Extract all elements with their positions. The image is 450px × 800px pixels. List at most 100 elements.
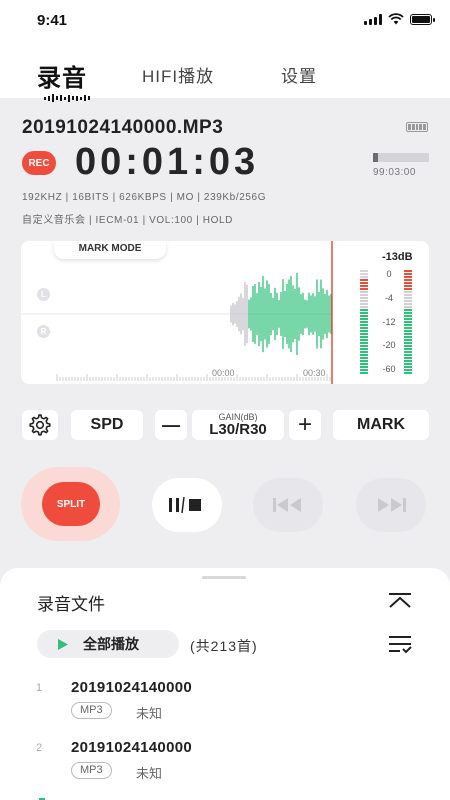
meter-scale-1: -4 — [384, 293, 393, 303]
waveform-display — [21, 241, 412, 384]
meter-scale-4: -60 — [382, 364, 396, 374]
sheet-drag-handle[interactable] — [202, 576, 246, 579]
right-level-meter-segment — [404, 300, 412, 302]
recording-files-sheet: 录音文件 全部播放 (共213首) 1 20191024140000 MP3 未… — [0, 568, 450, 800]
timeline-tick-0: 00:00 — [212, 368, 235, 378]
device-battery-icon — [406, 122, 428, 132]
right-level-meter-segment — [404, 312, 412, 314]
meter-scale-2: -12 — [382, 317, 396, 327]
left-level-meter-segment — [360, 351, 368, 353]
mark-mode-tab[interactable]: MARK MODE — [54, 241, 166, 259]
gain-increase-button[interactable]: + — [289, 410, 321, 440]
gain-display: GAIN(dB) L30/R30 — [192, 410, 284, 440]
right-level-meter-segment — [404, 303, 412, 305]
right-level-meter-segment — [404, 330, 412, 332]
right-level-meter-segment — [404, 297, 412, 299]
remaining-time: 99:03:00 — [373, 167, 416, 178]
tab-record[interactable]: 录音 — [37, 58, 87, 93]
left-level-meter-segment — [360, 327, 368, 329]
right-level-meter-segment — [404, 294, 412, 296]
left-level-meter-segment — [360, 372, 368, 374]
file-list-item[interactable]: 2 20191024140000 MP3 未知 — [0, 739, 450, 796]
right-level-meter-segment — [404, 321, 412, 323]
left-level-meter-segment — [360, 345, 368, 347]
file-list-item[interactable]: 1 20191024140000 MP3 未知 — [0, 679, 450, 736]
left-level-meter-segment — [360, 300, 368, 302]
right-level-meter-segment — [404, 282, 412, 284]
play-all-button[interactable]: 全部播放 — [37, 630, 179, 658]
left-level-meter-segment — [360, 273, 368, 275]
left-level-meter-segment — [360, 342, 368, 344]
play-pause-stop-button[interactable] — [152, 478, 222, 532]
right-level-meter-segment — [404, 348, 412, 350]
skip-previous-icon — [273, 498, 301, 512]
recording-profile: 自定义音乐会 | IECM-01 | VOL:100 | HOLD — [22, 215, 233, 226]
left-level-meter-segment — [360, 360, 368, 362]
skip-next-icon — [378, 498, 406, 512]
left-level-meter-segment — [360, 333, 368, 335]
left-level-meter-segment — [360, 285, 368, 287]
level-readout: -13dB — [382, 251, 413, 263]
left-level-meter-segment — [360, 369, 368, 371]
right-level-meter-segment — [404, 279, 412, 281]
right-level-meter-segment — [404, 276, 412, 278]
gain-value: L30/R30 — [209, 421, 267, 438]
status-icons — [364, 13, 435, 25]
right-level-meter-segment — [404, 360, 412, 362]
left-level-meter-segment — [360, 336, 368, 338]
cellular-signal-icon — [364, 13, 382, 25]
recording-filename: 20191024140000.MP3 — [22, 117, 224, 138]
right-level-meter-segment — [404, 306, 412, 308]
left-level-meter-segment — [360, 348, 368, 350]
left-level-meter-segment — [360, 288, 368, 290]
right-level-meter-segment — [404, 333, 412, 335]
item-meta: 未知 — [136, 706, 163, 721]
files-title: 录音文件 — [37, 595, 105, 614]
right-level-meter-segment — [404, 357, 412, 359]
left-level-meter-segment — [360, 357, 368, 359]
wifi-icon — [388, 13, 404, 25]
left-level-meter-segment — [360, 306, 368, 308]
gain-decrease-button[interactable]: — — [155, 410, 187, 440]
collapse-up-icon[interactable] — [388, 592, 412, 610]
gear-icon — [29, 414, 51, 436]
right-level-meter-segment — [404, 339, 412, 341]
right-channel-label: R — [37, 325, 50, 338]
item-name: 20191024140000 — [71, 679, 192, 696]
right-level-meter-segment — [404, 372, 412, 374]
split-button[interactable]: SPLIT — [42, 482, 100, 526]
left-level-meter-segment — [360, 330, 368, 332]
right-level-meter-segment — [404, 288, 412, 290]
left-level-meter-segment — [360, 282, 368, 284]
right-level-meter-segment — [404, 270, 412, 272]
status-bar: 9:41 — [0, 0, 450, 40]
left-level-meter-segment — [360, 339, 368, 341]
settings-button[interactable] — [22, 410, 58, 440]
right-level-meter-segment — [404, 285, 412, 287]
item-meta: 未知 — [136, 766, 163, 781]
remaining-capacity-bar — [373, 153, 429, 162]
playlist-menu-icon[interactable] — [388, 634, 412, 654]
status-time: 9:41 — [37, 12, 68, 29]
right-level-meter-segment — [404, 366, 412, 368]
right-level-meter-segment — [404, 369, 412, 371]
play-all-label: 全部播放 — [83, 636, 139, 652]
left-level-meter-segment — [360, 294, 368, 296]
tab-settings[interactable]: 设置 — [281, 62, 317, 87]
right-level-meter-segment — [404, 324, 412, 326]
speed-button[interactable]: SPD — [71, 410, 143, 440]
meter-scale-0: 0 — [386, 269, 392, 279]
left-level-meter-segment — [360, 303, 368, 305]
battery-icon — [410, 13, 435, 25]
left-level-meter-segment — [360, 312, 368, 314]
left-level-meter-segment — [360, 354, 368, 356]
item-name: 20191024140000 — [71, 739, 192, 756]
next-button[interactable] — [356, 478, 426, 532]
top-tabs: 录音 HIFI播放 设置 — [0, 40, 450, 102]
left-level-meter-segment — [360, 297, 368, 299]
mark-button[interactable]: MARK — [333, 410, 429, 440]
item-index: 1 — [36, 682, 43, 694]
left-level-meter-segment — [360, 366, 368, 368]
previous-button[interactable] — [253, 478, 323, 532]
tab-hifi-play[interactable]: HIFI播放 — [142, 62, 214, 87]
